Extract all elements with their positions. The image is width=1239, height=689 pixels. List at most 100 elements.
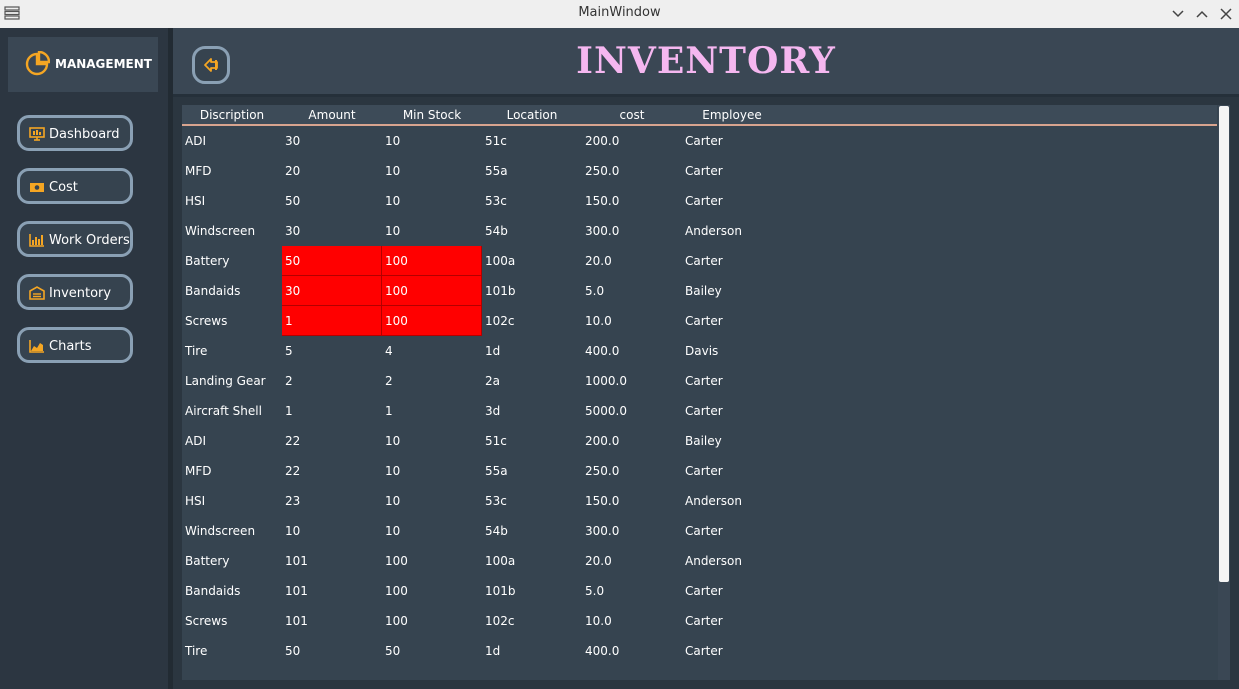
table-cell[interactable]: 400.0 [582, 336, 682, 366]
table-cell[interactable]: 54b [482, 216, 582, 246]
table-cell[interactable]: Anderson [682, 546, 782, 576]
table-cell[interactable]: 1 [382, 396, 482, 426]
table-cell[interactable]: 50 [282, 246, 382, 276]
table-cell[interactable]: Carter [682, 396, 782, 426]
table-cell[interactable]: 100 [382, 276, 482, 306]
table-cell[interactable]: 400.0 [582, 636, 682, 666]
table-cell[interactable]: 1d [482, 636, 582, 666]
table-cell[interactable]: 300.0 [582, 516, 682, 546]
table-cell[interactable]: MFD [182, 456, 282, 486]
table-cell[interactable]: Anderson [682, 216, 782, 246]
table-cell[interactable]: 5 [282, 336, 382, 366]
table-cell[interactable]: 10 [382, 516, 482, 546]
table-cell[interactable]: Aircraft Shell [182, 396, 282, 426]
table-cell[interactable]: Carter [682, 366, 782, 396]
table-cell[interactable]: 20.0 [582, 246, 682, 276]
table-cell[interactable]: 250.0 [582, 156, 682, 186]
inventory-table[interactable]: Discription Amount Min Stock Location cost Em… [182, 105, 1230, 680]
table-cell[interactable]: 10 [382, 216, 482, 246]
table-cell[interactable]: 100 [382, 606, 482, 636]
table-cell[interactable]: 100 [382, 546, 482, 576]
table-cell[interactable]: 100a [482, 246, 582, 276]
table-cell[interactable]: 22 [282, 426, 382, 456]
table-cell[interactable]: HSI [182, 486, 282, 516]
table-cell[interactable]: 102c [482, 306, 582, 336]
table-row[interactable]: MFD 22 10 55a 250.0 Carter [182, 456, 1217, 486]
table-cell[interactable]: 10 [382, 426, 482, 456]
table-cell[interactable]: 10.0 [582, 606, 682, 636]
table-cell[interactable]: Bandaids [182, 276, 282, 306]
table-cell[interactable]: Battery [182, 246, 282, 276]
table-cell[interactable]: 5000.0 [582, 396, 682, 426]
table-cell[interactable]: 101b [482, 576, 582, 606]
close-icon[interactable] [1216, 4, 1236, 24]
table-row[interactable]: Windscreen 30 10 54b 300.0 Anderson [182, 216, 1217, 246]
table-cell[interactable]: 1d [482, 336, 582, 366]
table-cell[interactable]: 10 [382, 126, 482, 156]
table-cell[interactable]: 100 [382, 576, 482, 606]
table-cell[interactable]: 2a [482, 366, 582, 396]
nav-charts-button[interactable]: Charts [17, 327, 133, 363]
table-row[interactable]: Tire 5 4 1d 400.0 Davis [182, 336, 1217, 366]
nav-work-orders-button[interactable]: Work Orders [17, 221, 133, 257]
table-cell[interactable]: 10 [282, 516, 382, 546]
table-cell[interactable]: 50 [282, 186, 382, 216]
table-cell[interactable]: Carter [682, 156, 782, 186]
table-cell[interactable]: 100a [482, 546, 582, 576]
table-row[interactable]: Tire 50 50 1d 400.0 Carter [182, 636, 1217, 666]
table-cell[interactable]: Bailey [682, 276, 782, 306]
table-cell[interactable]: 1000.0 [582, 366, 682, 396]
column-header[interactable]: Location [482, 108, 582, 122]
table-cell[interactable]: 100 [382, 306, 482, 336]
table-cell[interactable]: Carter [682, 456, 782, 486]
nav-inventory-button[interactable]: Inventory [17, 274, 133, 310]
table-cell[interactable]: 300.0 [582, 216, 682, 246]
table-row[interactable]: Bandaids 101 100 101b 5.0 Carter [182, 576, 1217, 606]
table-cell[interactable]: Carter [682, 576, 782, 606]
scrollbar-thumb[interactable] [1219, 106, 1229, 582]
table-cell[interactable]: Tire [182, 636, 282, 666]
nav-cost-button[interactable]: Cost [17, 168, 133, 204]
table-cell[interactable]: Bailey [682, 426, 782, 456]
table-cell[interactable]: 200.0 [582, 426, 682, 456]
table-cell[interactable]: 10 [382, 456, 482, 486]
table-cell[interactable]: Davis [682, 336, 782, 366]
table-cell[interactable]: 150.0 [582, 186, 682, 216]
table-cell[interactable]: 23 [282, 486, 382, 516]
table-cell[interactable]: ADI [182, 126, 282, 156]
table-cell[interactable]: Bandaids [182, 576, 282, 606]
column-header[interactable]: Min Stock [382, 108, 482, 122]
table-cell[interactable]: 100 [382, 246, 482, 276]
table-cell[interactable]: 55a [482, 156, 582, 186]
table-cell[interactable]: Carter [682, 246, 782, 276]
table-row[interactable]: Aircraft Shell 1 1 3d 5000.0 Carter [182, 396, 1217, 426]
table-cell[interactable]: 22 [282, 456, 382, 486]
table-cell[interactable]: 3d [482, 396, 582, 426]
table-cell[interactable]: Carter [682, 636, 782, 666]
table-cell[interactable]: Battery [182, 546, 282, 576]
table-cell[interactable]: 1 [282, 306, 382, 336]
table-cell[interactable]: Carter [682, 126, 782, 156]
table-cell[interactable]: 50 [282, 636, 382, 666]
table-cell[interactable]: 30 [282, 216, 382, 246]
table-cell[interactable]: Anderson [682, 486, 782, 516]
table-cell[interactable]: HSI [182, 186, 282, 216]
table-cell[interactable]: 10 [382, 156, 482, 186]
table-cell[interactable]: 51c [482, 426, 582, 456]
table-cell[interactable]: 250.0 [582, 456, 682, 486]
table-cell[interactable]: 53c [482, 186, 582, 216]
table-cell[interactable]: Landing Gear [182, 366, 282, 396]
table-cell[interactable]: 200.0 [582, 126, 682, 156]
table-cell[interactable]: 2 [282, 366, 382, 396]
column-header[interactable]: Employee [682, 108, 782, 122]
table-row[interactable]: Battery 50 100 100a 20.0 Carter [182, 246, 1217, 276]
maximize-icon[interactable] [1192, 4, 1212, 24]
table-cell[interactable]: 5.0 [582, 276, 682, 306]
table-cell[interactable]: Carter [682, 516, 782, 546]
table-cell[interactable]: Windscreen [182, 516, 282, 546]
table-cell[interactable]: ADI [182, 426, 282, 456]
table-row[interactable]: Bandaids 30 100 101b 5.0 Bailey [182, 276, 1217, 306]
table-cell[interactable]: 4 [382, 336, 482, 366]
column-header[interactable]: Amount [282, 108, 382, 122]
nav-dashboard-button[interactable]: Dashboard [17, 115, 133, 151]
